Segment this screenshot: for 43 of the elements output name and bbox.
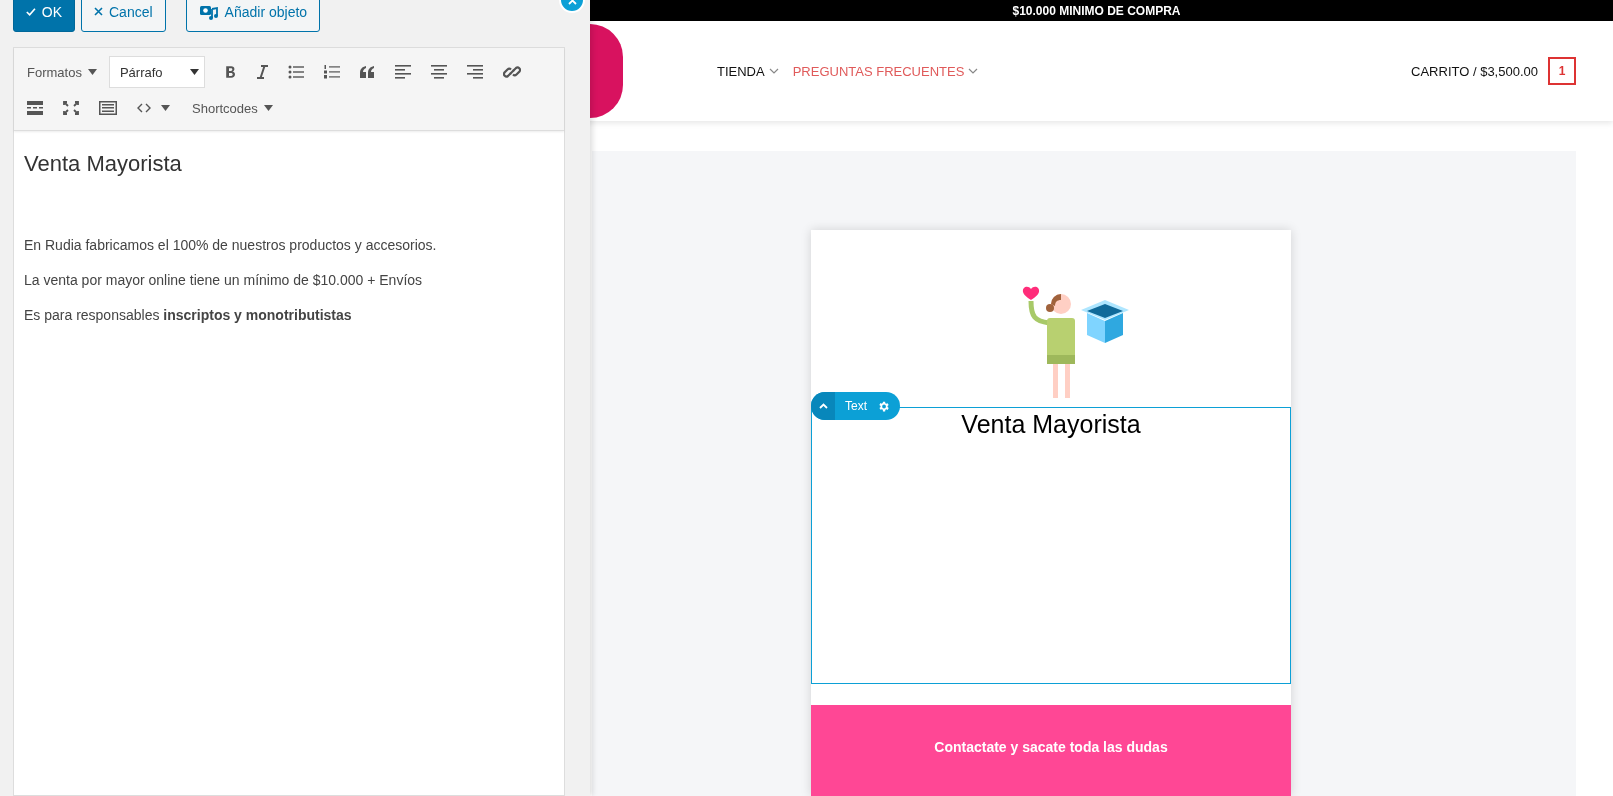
numbered-list-icon[interactable] [323,65,340,79]
nav-link[interactable]: PREGUNTAS FRECUENTES [792,63,979,79]
content-paragraph: Es para responsables inscriptos y monotributistas [24,306,353,325]
code-icon [137,103,151,113]
cart-link[interactable]: CARRITO / $3,500.00 [1411,63,1538,79]
content-heading: Venta Mayorista [24,151,183,177]
content-paragraph: En Rudia fabricamos el 100% de nuestros productos y accesorios. [24,236,438,255]
italic-icon[interactable] [256,65,268,79]
fullscreen-icon[interactable] [63,101,79,115]
caret-icon [161,105,170,111]
settings-icon[interactable] [877,399,890,413]
align-right-icon[interactable] [466,65,483,79]
banner-text: Contactate y sacate toda las dudas [934,739,1168,757]
section-heading: Venta Mayorista [960,409,1142,439]
caret-icon [263,105,273,111]
paragraph-select[interactable]: Párrafo [108,56,205,88]
cart-count-badge[interactable]: 1 [1548,57,1576,85]
close-icon [94,7,103,16]
chevron-down-icon [968,68,979,74]
chevron-up-icon [818,403,828,409]
editor-content[interactable]: Venta Mayorista En Rudia fabricamos el 100% de nuestros productos y accesorios. La venta por mayor online tiene un mínimo de $10.000 + Envíos Es para responsables inscriptos y monotributistas [14,131,564,360]
caret-icon [87,69,97,75]
caret-icon [189,69,199,75]
keyboard-icon[interactable] [99,101,117,115]
content-paragraph: La venta por mayor online tiene un mínimo de $10.000 + Envíos [24,271,424,290]
action-button[interactable]: Añadir objeto [185,0,321,32]
action-button[interactable]: OK [13,0,75,32]
read-more-icon[interactable] [27,101,43,115]
checkmark-icon [26,6,36,17]
align-center-icon[interactable] [430,65,447,79]
chevron-down-icon [768,68,779,74]
quote-icon[interactable] [359,66,375,78]
formats-dropdown[interactable]: Formatos [27,64,97,80]
nav-link[interactable]: TIENDA [717,63,779,79]
action-button[interactable]: Cancel [81,0,166,32]
align-left-icon[interactable] [394,65,411,79]
link-icon[interactable] [502,63,521,81]
collapse-button[interactable] [811,392,835,420]
bold-icon[interactable] [224,65,237,79]
bulleted-list-icon[interactable] [287,65,304,79]
code-dropdown[interactable] [137,103,170,113]
shortcodes-dropdown[interactable]: Shortcodes [192,100,273,116]
announcement-text: $10.000 MINIMO DE COMPRA [1012,3,1181,18]
